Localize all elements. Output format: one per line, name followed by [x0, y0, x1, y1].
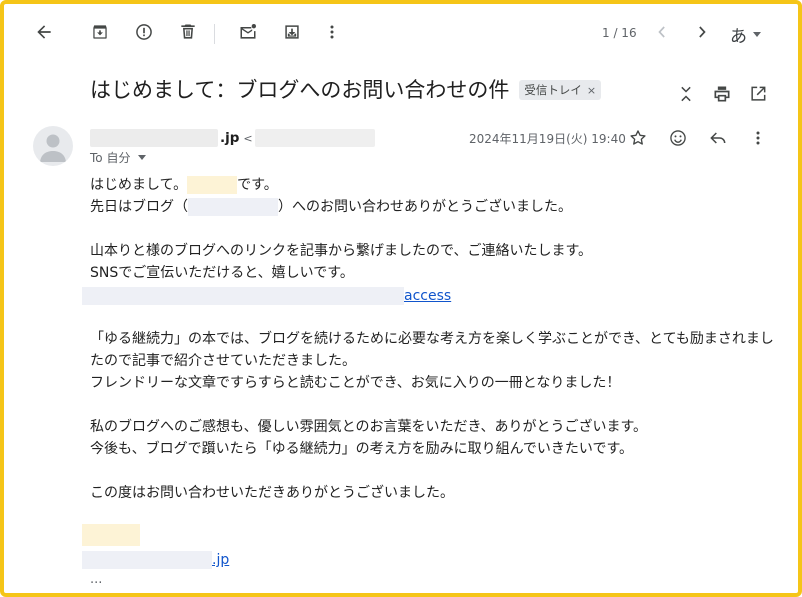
email-date: 2024年11月19日(火) 19:40 [469, 132, 626, 146]
more-vert-icon [330, 25, 334, 39]
body-line: はじめまして。 です。 [90, 176, 278, 194]
body-line: 私のブログへのご感想も、優しい雰囲気とのお言葉をいただき、ありがとうございます。 [90, 419, 648, 435]
email-window: 1 / 16 あ はじめまして：ブログへのお問い合わせの件 受信トレイ × .j… [0, 0, 802, 597]
sender-row: .jp < [90, 128, 375, 148]
more-vert-icon [756, 131, 760, 145]
sender-domain: .jp [220, 130, 240, 146]
signature-link[interactable]: .jp [82, 549, 229, 571]
toolbar: 1 / 16 あ [4, 4, 798, 60]
print-icon [714, 86, 730, 102]
open-in-new-icon [751, 86, 766, 101]
body-paragraph: 「ゆる継続力」の本では、ブログを続けるために必要な考え方を楽しく学ぶことができ、… [90, 331, 774, 369]
person-icon [40, 134, 66, 162]
show-trimmed-content[interactable]: ... [90, 572, 102, 587]
older-button[interactable] [686, 16, 718, 48]
reply-button[interactable] [706, 126, 730, 150]
body-line: 山本りと様のブログへのリンクを記事から繋げましたので、ご連絡いたします。 [90, 243, 593, 259]
caret-down-icon [753, 32, 761, 37]
recipients-toggle[interactable]: To 自分 [90, 149, 147, 166]
input-tools-label: あ [730, 27, 747, 47]
body-line: 先日はブログ（ ）へのお問い合わせありがとうございました。 [90, 198, 572, 216]
remove-label-icon[interactable]: × [587, 84, 596, 97]
email-subject: はじめまして：ブログへのお問い合わせの件 [90, 78, 510, 102]
report-spam-button[interactable] [128, 16, 160, 48]
avatar[interactable] [33, 126, 73, 166]
trash-icon [181, 24, 195, 39]
star-icon [630, 130, 646, 145]
redacted-name [187, 176, 238, 194]
label-text: 受信トレイ [524, 83, 582, 97]
move-to-icon [285, 25, 299, 39]
emoji-icon [670, 130, 686, 146]
chevron-right-icon [699, 26, 706, 38]
collapse-all-button[interactable] [674, 82, 698, 106]
arrow-left-icon [37, 25, 51, 39]
delete-button[interactable] [172, 16, 204, 48]
body-line: 今後も、ブログで躓いたら「ゆる継続力」の考え方を励みに取り組んでいきたいです。 [90, 441, 634, 457]
redacted-signature-url [82, 551, 212, 569]
add-reaction-button[interactable] [666, 126, 690, 150]
back-button[interactable] [28, 16, 60, 48]
body-line: SNSでご宣伝いただけると、嬉しいです。 [90, 265, 354, 281]
to-label: To 自分 [90, 151, 131, 165]
star-button[interactable] [626, 126, 650, 150]
signature-link-text[interactable]: .jp [212, 552, 229, 568]
redacted-sender-address [254, 129, 375, 147]
article-link[interactable]: access [82, 285, 451, 307]
redacted-blog-name [188, 198, 278, 216]
archive-button[interactable] [84, 16, 116, 48]
chevron-left-icon [658, 26, 665, 38]
mark-unread-button[interactable] [232, 16, 264, 48]
inbox-label-chip: 受信トレイ × [519, 80, 602, 100]
collapse-icon [681, 86, 691, 102]
email-body: はじめまして。 です。 先日はブログ（ ）へのお問い合わせありがとうございました。 … [90, 174, 780, 504]
body-line: この度はお問い合わせいただきありがとうございました。 [90, 485, 454, 501]
more-options-button[interactable] [316, 16, 348, 48]
subject-row: はじめまして：ブログへのお問い合わせの件 受信トレイ × [90, 74, 602, 104]
redacted-url [82, 287, 404, 305]
redacted-signature-name [82, 524, 140, 546]
message-more-button[interactable] [746, 126, 770, 150]
caret-down-icon [138, 155, 147, 160]
archive-icon [93, 25, 107, 39]
mail-unread-icon [240, 24, 256, 39]
input-tools-selector[interactable]: あ [730, 22, 761, 47]
move-to-button[interactable] [276, 16, 308, 48]
open-new-window-button[interactable] [746, 82, 770, 106]
reply-icon [710, 132, 726, 144]
article-link-text[interactable]: access [404, 288, 451, 304]
sender-address-open: < [243, 131, 253, 145]
report-spam-icon [136, 24, 152, 40]
redacted-sender-name [90, 129, 218, 147]
print-button[interactable] [710, 82, 734, 106]
pager-count: 1 / 16 [602, 26, 637, 40]
body-line: フレンドリーな文章ですらすらと読むことができ、お気に入りの一冊となりました！ [90, 375, 621, 391]
newer-button[interactable] [646, 16, 678, 48]
toolbar-divider [214, 24, 215, 44]
